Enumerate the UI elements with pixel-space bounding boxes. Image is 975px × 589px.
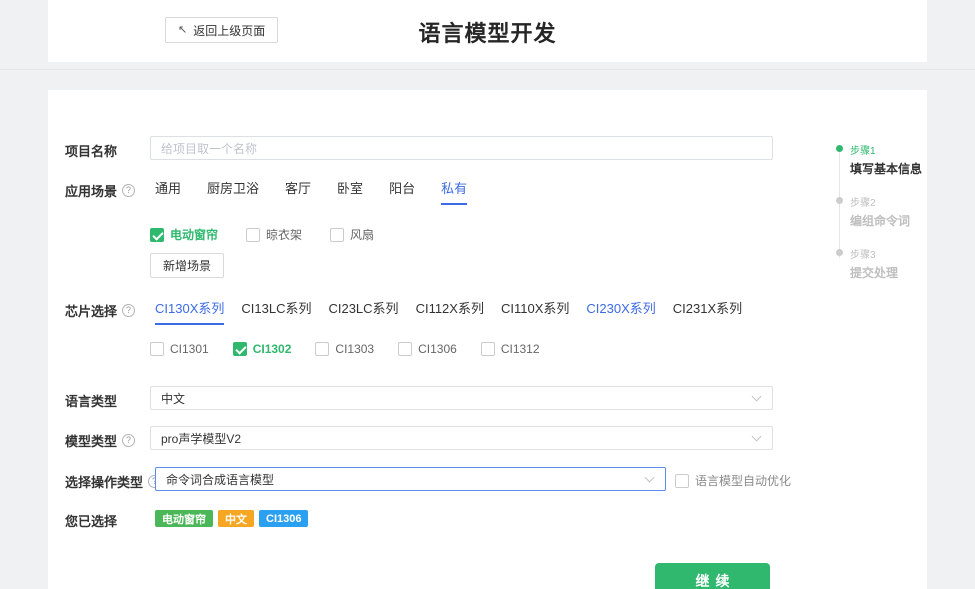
step-number: 步骤1 <box>850 142 922 157</box>
tag-chinese: 中文 <box>218 510 254 527</box>
project-name-input[interactable]: 给项目取一个名称 <box>150 136 773 160</box>
checkbox-label: CI1302 <box>253 342 292 356</box>
checkbox-drying-rack[interactable]: 晾衣架 <box>246 226 302 243</box>
model-select[interactable]: pro声学模型V2 <box>150 426 773 450</box>
chip-options: CI1301 CI1302 CI1303 CI1306 CI1312 <box>150 342 540 356</box>
page-title: 语言模型开发 <box>48 16 927 48</box>
scenario-tabs: 通用 厨房卫浴 客厅 卧室 阳台 私有 <box>155 178 467 205</box>
tab-ci230x[interactable]: CI230X系列 <box>586 298 655 325</box>
tab-ci13lc[interactable]: CI13LC系列 <box>241 298 311 325</box>
tab-private[interactable]: 私有 <box>441 178 467 205</box>
checkbox-icon <box>330 228 344 242</box>
checkbox-label: 晾衣架 <box>266 226 302 243</box>
checkbox-icon <box>398 342 412 356</box>
step-title: 提交处理 <box>850 264 898 281</box>
checkbox-label: CI1306 <box>418 342 457 356</box>
page: ↖ 返回上级页面 语言模型开发 项目名称 给项目取一个名称 应用场景 ? 通用 … <box>0 0 975 589</box>
tab-living-room[interactable]: 客厅 <box>285 178 311 205</box>
tab-ci231x[interactable]: CI231X系列 <box>673 298 742 325</box>
scenario-label: 应用场景 ? <box>65 181 135 200</box>
info-icon[interactable]: ? <box>122 184 135 197</box>
chip-label: 芯片选择 ? <box>65 301 135 320</box>
tab-ci112x[interactable]: CI112X系列 <box>416 298 484 325</box>
checkbox-icon <box>246 228 260 242</box>
checkbox-icon <box>675 474 689 488</box>
checkbox-ci1312[interactable]: CI1312 <box>481 342 540 356</box>
step-2-dot-icon <box>836 197 843 204</box>
tag-ci1306: CI1306 <box>259 510 308 527</box>
chip-label-text: 芯片选择 <box>65 301 117 320</box>
step-title: 编组命令词 <box>850 212 910 229</box>
checkbox-ci1306[interactable]: CI1306 <box>398 342 457 356</box>
checkbox-label: 电动窗帘 <box>170 226 218 243</box>
model-label: 模型类型 ? <box>65 431 135 450</box>
checkbox-icon <box>315 342 329 356</box>
project-name-placeholder: 给项目取一个名称 <box>161 140 257 157</box>
tag-motor-curtain: 电动窗帘 <box>155 510 213 527</box>
tab-ci23lc[interactable]: CI23LC系列 <box>328 298 398 325</box>
chevron-down-icon <box>752 432 762 442</box>
chip-tabs: CI130X系列 CI13LC系列 CI23LC系列 CI112X系列 CI11… <box>155 298 742 325</box>
checkbox-fan[interactable]: 风扇 <box>330 226 374 243</box>
checkbox-label: CI1301 <box>170 342 209 356</box>
operation-label-text: 选择操作类型 <box>65 472 143 491</box>
add-scenario-button[interactable]: 新增场景 <box>150 253 224 278</box>
step-3: 步骤3 提交处理 <box>836 246 898 281</box>
operation-label: 选择操作类型 ? <box>65 472 161 491</box>
checkbox-label: 风扇 <box>350 226 374 243</box>
chevron-down-icon <box>645 473 655 483</box>
chevron-down-icon <box>752 392 762 402</box>
step-1: 步骤1 填写基本信息 <box>836 142 922 177</box>
scenario-label-text: 应用场景 <box>65 181 117 200</box>
project-name-label: 项目名称 <box>65 141 117 160</box>
scenario-options: 电动窗帘 晾衣架 风扇 <box>150 226 374 243</box>
step-number: 步骤2 <box>850 194 910 209</box>
info-icon[interactable]: ? <box>122 304 135 317</box>
checkbox-icon <box>233 342 247 356</box>
header: ↖ 返回上级页面 语言模型开发 <box>48 0 927 62</box>
tab-ci130x[interactable]: CI130X系列 <box>155 298 224 325</box>
checkbox-label: CI1303 <box>335 342 374 356</box>
top-bar: ↖ 返回上级页面 语言模型开发 <box>0 0 975 70</box>
language-select[interactable]: 中文 <box>150 386 773 410</box>
checkbox-icon <box>150 228 164 242</box>
model-label-text: 模型类型 <box>65 431 117 450</box>
tab-general[interactable]: 通用 <box>155 178 181 205</box>
tab-bedroom[interactable]: 卧室 <box>337 178 363 205</box>
checkbox-ci1303[interactable]: CI1303 <box>315 342 374 356</box>
info-icon[interactable]: ? <box>122 434 135 447</box>
language-label: 语言类型 <box>65 391 117 410</box>
tab-ci110x[interactable]: CI110X系列 <box>501 298 569 325</box>
operation-select-value: 命令词合成语言模型 <box>166 471 274 488</box>
model-select-value: pro声学模型V2 <box>161 430 241 447</box>
checkbox-ci1302[interactable]: CI1302 <box>233 342 292 356</box>
step-title: 填写基本信息 <box>850 160 922 177</box>
step-number: 步骤3 <box>850 246 898 261</box>
selected-label: 您已选择 <box>65 511 117 530</box>
checkbox-label: 语言模型自动优化 <box>695 472 791 489</box>
tab-kitchen-bath[interactable]: 厨房卫浴 <box>207 178 259 205</box>
language-select-value: 中文 <box>161 390 185 407</box>
auto-optimize-checkbox[interactable]: 语言模型自动优化 <box>675 472 791 489</box>
checkbox-label: CI1312 <box>501 342 540 356</box>
checkbox-icon <box>150 342 164 356</box>
checkbox-icon <box>481 342 495 356</box>
checkbox-ci1301[interactable]: CI1301 <box>150 342 209 356</box>
selected-tags: 电动窗帘 中文 CI1306 <box>155 510 308 527</box>
checkbox-motor-curtain[interactable]: 电动窗帘 <box>150 226 218 243</box>
continue-button[interactable]: 继续 <box>655 563 770 589</box>
step-1-dot-icon <box>836 145 843 152</box>
operation-select[interactable]: 命令词合成语言模型 <box>155 467 666 491</box>
step-2: 步骤2 编组命令词 <box>836 194 910 229</box>
step-3-dot-icon <box>836 249 843 256</box>
tab-balcony[interactable]: 阳台 <box>389 178 415 205</box>
form-card: 项目名称 给项目取一个名称 应用场景 ? 通用 厨房卫浴 客厅 卧室 阳台 私有… <box>48 90 927 589</box>
